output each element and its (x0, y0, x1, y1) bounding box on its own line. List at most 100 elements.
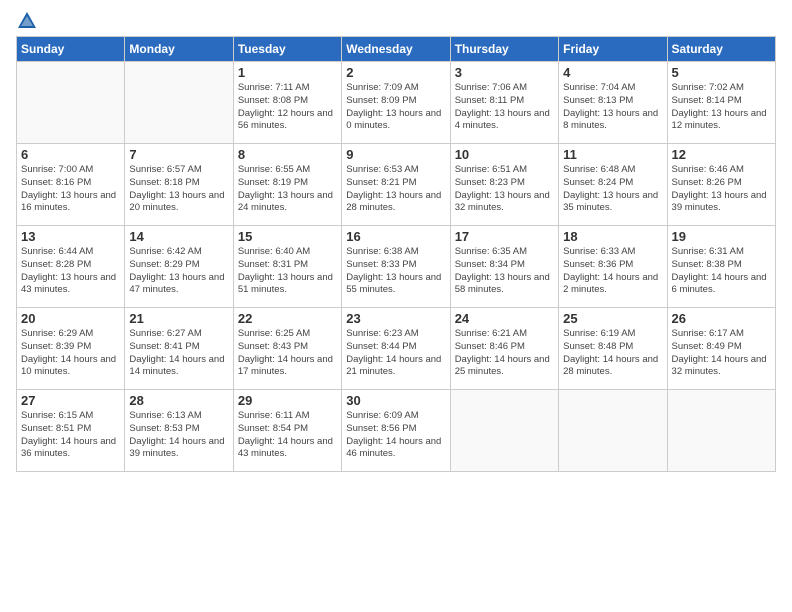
calendar-cell: 24 Sunrise: 6:21 AMSunset: 8:46 PMDayligh… (450, 308, 558, 390)
calendar-cell: 13 Sunrise: 6:44 AMSunset: 8:28 PMDayligh… (17, 226, 125, 308)
day-number: 22 (238, 311, 337, 326)
day-info: Sunrise: 6:40 AMSunset: 8:31 PMDaylight:… (238, 246, 337, 297)
calendar-header-monday: Monday (125, 37, 233, 62)
day-info: Sunrise: 7:00 AMSunset: 8:16 PMDaylight:… (21, 164, 120, 215)
day-number: 25 (563, 311, 662, 326)
calendar-header-friday: Friday (559, 37, 667, 62)
calendar-header-thursday: Thursday (450, 37, 558, 62)
day-info: Sunrise: 6:29 AMSunset: 8:39 PMDaylight:… (21, 328, 120, 379)
calendar-cell (125, 62, 233, 144)
day-number: 4 (563, 65, 662, 80)
calendar-cell: 21 Sunrise: 6:27 AMSunset: 8:41 PMDayligh… (125, 308, 233, 390)
calendar-cell: 29 Sunrise: 6:11 AMSunset: 8:54 PMDayligh… (233, 390, 341, 472)
day-info: Sunrise: 6:53 AMSunset: 8:21 PMDaylight:… (346, 164, 445, 215)
day-number: 18 (563, 229, 662, 244)
day-info: Sunrise: 6:51 AMSunset: 8:23 PMDaylight:… (455, 164, 554, 215)
page: SundayMondayTuesdayWednesdayThursdayFrid… (0, 0, 792, 612)
calendar-cell: 26Sunrise: 6:17 AMSunset: 8:49 PMDayligh… (667, 308, 775, 390)
calendar-cell (559, 390, 667, 472)
calendar-cell: 23Sunrise: 6:23 AMSunset: 8:44 PMDayligh… (342, 308, 450, 390)
day-number: 8 (238, 147, 337, 162)
day-number: 26 (672, 311, 771, 326)
calendar-cell: 14Sunrise: 6:42 AMSunset: 8:29 PMDayligh… (125, 226, 233, 308)
day-number: 30 (346, 393, 445, 408)
calendar-cell: 17Sunrise: 6:35 AMSunset: 8:34 PMDayligh… (450, 226, 558, 308)
calendar-cell: 9 Sunrise: 6:53 AMSunset: 8:21 PMDaylight… (342, 144, 450, 226)
day-info: Sunrise: 6:33 AMSunset: 8:36 PMDaylight:… (563, 246, 662, 297)
calendar-week-3: 13 Sunrise: 6:44 AMSunset: 8:28 PMDayligh… (17, 226, 776, 308)
day-number: 2 (346, 65, 445, 80)
header (16, 10, 776, 32)
day-info: Sunrise: 6:13 AMSunset: 8:53 PMDaylight:… (129, 410, 228, 461)
day-number: 20 (21, 311, 120, 326)
calendar-cell: 28 Sunrise: 6:13 AMSunset: 8:53 PMDayligh… (125, 390, 233, 472)
calendar-week-5: 27 Sunrise: 6:15 AMSunset: 8:51 PMDayligh… (17, 390, 776, 472)
day-info: Sunrise: 6:42 AMSunset: 8:29 PMDaylight:… (129, 246, 228, 297)
calendar-cell: 18 Sunrise: 6:33 AMSunset: 8:36 PMDayligh… (559, 226, 667, 308)
calendar-cell: 27 Sunrise: 6:15 AMSunset: 8:51 PMDayligh… (17, 390, 125, 472)
calendar-cell: 12 Sunrise: 6:46 AMSunset: 8:26 PMDayligh… (667, 144, 775, 226)
day-info: Sunrise: 6:15 AMSunset: 8:51 PMDaylight:… (21, 410, 120, 461)
day-info: Sunrise: 6:21 AMSunset: 8:46 PMDaylight:… (455, 328, 554, 379)
day-info: Sunrise: 7:04 AMSunset: 8:13 PMDaylight:… (563, 82, 662, 133)
day-info: Sunrise: 7:09 AMSunset: 8:09 PMDaylight:… (346, 82, 445, 133)
day-number: 7 (129, 147, 228, 162)
calendar-cell: 5 Sunrise: 7:02 AMSunset: 8:14 PMDaylight… (667, 62, 775, 144)
day-number: 16 (346, 229, 445, 244)
day-info: Sunrise: 6:09 AMSunset: 8:56 PMDaylight:… (346, 410, 445, 461)
day-info: Sunrise: 6:25 AMSunset: 8:43 PMDaylight:… (238, 328, 337, 379)
day-info: Sunrise: 6:19 AMSunset: 8:48 PMDaylight:… (563, 328, 662, 379)
day-info: Sunrise: 6:11 AMSunset: 8:54 PMDaylight:… (238, 410, 337, 461)
calendar-cell: 3 Sunrise: 7:06 AMSunset: 8:11 PMDaylight… (450, 62, 558, 144)
day-info: Sunrise: 7:06 AMSunset: 8:11 PMDaylight:… (455, 82, 554, 133)
day-info: Sunrise: 6:44 AMSunset: 8:28 PMDaylight:… (21, 246, 120, 297)
day-number: 27 (21, 393, 120, 408)
day-number: 17 (455, 229, 554, 244)
calendar-cell (17, 62, 125, 144)
day-info: Sunrise: 7:11 AMSunset: 8:08 PMDaylight:… (238, 82, 337, 133)
calendar-header-wednesday: Wednesday (342, 37, 450, 62)
calendar-cell: 2 Sunrise: 7:09 AMSunset: 8:09 PMDaylight… (342, 62, 450, 144)
calendar-cell: 6 Sunrise: 7:00 AMSunset: 8:16 PMDaylight… (17, 144, 125, 226)
calendar-cell: 30 Sunrise: 6:09 AMSunset: 8:56 PMDayligh… (342, 390, 450, 472)
day-number: 9 (346, 147, 445, 162)
logo-icon (16, 10, 38, 32)
day-info: Sunrise: 7:02 AMSunset: 8:14 PMDaylight:… (672, 82, 771, 133)
day-number: 3 (455, 65, 554, 80)
day-number: 6 (21, 147, 120, 162)
calendar-cell (667, 390, 775, 472)
calendar-cell: 7 Sunrise: 6:57 AMSunset: 8:18 PMDaylight… (125, 144, 233, 226)
day-number: 24 (455, 311, 554, 326)
calendar-header-sunday: Sunday (17, 37, 125, 62)
calendar-week-1: 1Sunrise: 7:11 AMSunset: 8:08 PMDaylight… (17, 62, 776, 144)
calendar-cell: 4 Sunrise: 7:04 AMSunset: 8:13 PMDaylight… (559, 62, 667, 144)
calendar-header-row: SundayMondayTuesdayWednesdayThursdayFrid… (17, 37, 776, 62)
calendar-cell: 19 Sunrise: 6:31 AMSunset: 8:38 PMDayligh… (667, 226, 775, 308)
day-number: 5 (672, 65, 771, 80)
day-number: 19 (672, 229, 771, 244)
calendar-cell: 25 Sunrise: 6:19 AMSunset: 8:48 PMDayligh… (559, 308, 667, 390)
calendar-cell: 11 Sunrise: 6:48 AMSunset: 8:24 PMDayligh… (559, 144, 667, 226)
day-number: 11 (563, 147, 662, 162)
calendar-week-4: 20 Sunrise: 6:29 AMSunset: 8:39 PMDayligh… (17, 308, 776, 390)
day-number: 15 (238, 229, 337, 244)
day-info: Sunrise: 6:31 AMSunset: 8:38 PMDaylight:… (672, 246, 771, 297)
day-info: Sunrise: 6:27 AMSunset: 8:41 PMDaylight:… (129, 328, 228, 379)
day-info: Sunrise: 6:55 AMSunset: 8:19 PMDaylight:… (238, 164, 337, 215)
day-info: Sunrise: 6:57 AMSunset: 8:18 PMDaylight:… (129, 164, 228, 215)
calendar-cell: 15 Sunrise: 6:40 AMSunset: 8:31 PMDayligh… (233, 226, 341, 308)
calendar-cell: 20 Sunrise: 6:29 AMSunset: 8:39 PMDayligh… (17, 308, 125, 390)
calendar-cell: 16Sunrise: 6:38 AMSunset: 8:33 PMDayligh… (342, 226, 450, 308)
day-number: 12 (672, 147, 771, 162)
day-number: 28 (129, 393, 228, 408)
logo (16, 10, 40, 32)
day-number: 21 (129, 311, 228, 326)
calendar-week-2: 6 Sunrise: 7:00 AMSunset: 8:16 PMDaylight… (17, 144, 776, 226)
day-number: 13 (21, 229, 120, 244)
calendar-table: SundayMondayTuesdayWednesdayThursdayFrid… (16, 36, 776, 472)
calendar-cell: 1Sunrise: 7:11 AMSunset: 8:08 PMDaylight… (233, 62, 341, 144)
day-info: Sunrise: 6:48 AMSunset: 8:24 PMDaylight:… (563, 164, 662, 215)
day-number: 10 (455, 147, 554, 162)
day-info: Sunrise: 6:46 AMSunset: 8:26 PMDaylight:… (672, 164, 771, 215)
day-number: 29 (238, 393, 337, 408)
